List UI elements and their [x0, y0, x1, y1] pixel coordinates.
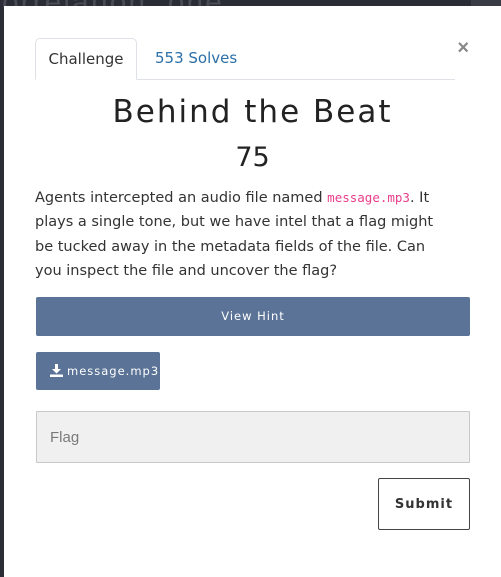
challenge-tabs: Challenge 553 Solves: [35, 38, 455, 80]
challenge-title: Behind the Beat: [112, 94, 393, 130]
submit-button[interactable]: Submit: [378, 478, 470, 530]
tab-solves[interactable]: 553 Solves: [155, 38, 237, 79]
description-text-start: Agents intercepted an audio file named: [35, 190, 328, 206]
close-icon[interactable]: ×: [457, 38, 469, 58]
challenge-points: 75: [235, 142, 270, 173]
tab-challenge[interactable]: Challenge: [35, 38, 137, 80]
download-icon: [50, 364, 63, 377]
challenge-modal: × Challenge 553 Solves Behind the Beat 7…: [4, 6, 501, 577]
file-label: message.mp3: [67, 364, 160, 378]
view-hint-button[interactable]: View Hint: [36, 297, 470, 336]
download-file-button[interactable]: message.mp3: [36, 352, 160, 390]
challenge-description: Agents intercepted an audio file named m…: [35, 186, 455, 283]
description-filename: message.mp3: [327, 190, 410, 205]
flag-input[interactable]: [36, 411, 470, 463]
